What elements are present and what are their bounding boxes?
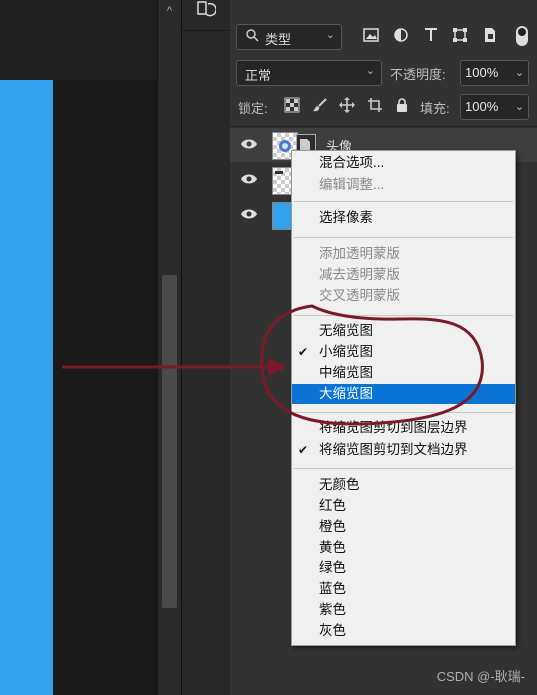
vertical-scrollbar[interactable]: ^ [157,0,181,695]
menu-separator [294,201,513,202]
filter-kind-label: 类型 [265,32,292,47]
menu-item[interactable]: 将缩览图剪切到图层边界 [292,418,515,438]
menu-item-label: 交叉透明蒙版 [319,288,400,303]
menu-item[interactable]: 黄色 [292,538,515,558]
menu-item[interactable]: 大缩览图 [292,384,515,404]
eye-icon[interactable] [240,172,258,186]
menu-item-label: 选择像素 [319,210,373,225]
menu-item-label: 红色 [319,498,346,513]
fill-label: 填充: [420,101,450,116]
tool-strip-divider [182,30,230,31]
canvas-top [0,0,157,80]
blend-mode-select[interactable]: 正常 ⌄ [236,60,382,86]
blend-mode-value: 正常 [245,68,272,83]
layer-thumbnail-context-menu: 混合选项... 编辑调整... 选择像素添加透明蒙版 减去透明蒙版 交叉透明蒙版 无缩览图… [291,150,516,646]
menu-item-label: 将缩览图剪切到文档边界 [319,442,468,457]
menu-item-label: 无颜色 [319,477,360,492]
menu-item-label: 绿色 [319,560,346,575]
menu-item: 添加透明蒙版 [292,244,515,264]
shape-filter-icon[interactable] [451,26,471,46]
menu-item[interactable]: ✔ 将缩览图剪切到文档边界 [292,440,515,460]
canvas-area[interactable] [0,0,157,695]
menu-item-label: 灰色 [319,623,346,638]
menu-item[interactable]: 选择像素 [292,208,515,228]
checkmark-icon: ✔ [298,345,309,359]
menu-item: 交叉透明蒙版 [292,286,515,306]
menu-item-label: 大缩览图 [319,386,373,401]
lock-row: 锁定: 填充: 100% ⌄ [230,92,537,120]
menu-item[interactable]: 灰色 [292,621,515,641]
filter-kind-select[interactable]: 类型 ⌄ [236,24,342,50]
blend-row: 正常 ⌄ 不透明度: 100% ⌄ [230,58,537,86]
opacity-input[interactable]: 100% [460,60,512,86]
opacity-label: 不透明度: [390,67,446,82]
filter-toggle[interactable] [516,26,528,46]
menu-item[interactable]: ✔ 小缩览图 [292,342,515,362]
menu-separator [294,468,513,469]
menu-item-label: 紫色 [319,602,346,617]
lock-label: 锁定: [238,101,268,116]
menu-item[interactable]: 红色 [292,496,515,516]
menu-item[interactable]: 紫色 [292,600,515,620]
menu-item-label: 小缩览图 [319,344,373,359]
search-icon [245,28,259,42]
eye-icon[interactable] [240,207,258,221]
menu-item: 编辑调整... [292,175,515,195]
blue-artboard[interactable] [0,80,53,695]
panel-divider [230,126,537,127]
menu-item-label: 编辑调整... [319,177,385,192]
fill-dropdown-button[interactable]: ⌄ [511,94,529,120]
lock-all-icon[interactable] [394,97,412,115]
menu-separator [294,237,513,238]
lock-transparency-icon[interactable] [284,97,302,115]
scroll-up-icon[interactable]: ^ [158,0,181,22]
menu-item-label: 中缩览图 [319,365,373,380]
history-icon[interactable] [194,0,218,22]
menu-item-label: 黄色 [319,540,346,555]
fill-input[interactable]: 100% [460,94,512,120]
checkmark-icon: ✔ [298,443,309,457]
menu-item-label: 减去透明蒙版 [319,267,400,282]
filter-row: 类型 ⌄ [230,22,537,52]
smart-object-filter-icon[interactable] [481,26,501,46]
menu-item[interactable]: 绿色 [292,558,515,578]
lock-pixels-brush-icon[interactable] [312,97,330,115]
eye-icon[interactable] [240,137,258,151]
lock-position-move-icon[interactable] [339,97,357,115]
menu-item[interactable]: 橙色 [292,517,515,537]
menu-item[interactable]: 中缩览图 [292,363,515,383]
tool-strip [181,0,231,695]
menu-item[interactable]: 无缩览图 [292,321,515,341]
menu-item-label: 添加透明蒙版 [319,246,400,261]
lock-artboard-icon[interactable] [367,97,385,115]
scroll-thumb[interactable] [162,275,177,608]
menu-item[interactable]: 蓝色 [292,579,515,599]
image-filter-icon[interactable] [362,26,382,46]
chevron-down-icon: ⌄ [325,29,335,41]
menu-item-label: 将缩览图剪切到图层边界 [319,420,468,435]
menu-item-label: 蓝色 [319,581,346,596]
menu-item-label: 混合选项... [319,155,385,170]
fill-value: 100% [465,99,499,114]
chevron-down-icon: ⌄ [365,65,375,77]
type-filter-icon[interactable] [422,26,442,46]
watermark: CSDN @-耿瑞- [436,669,525,684]
opacity-value: 100% [465,65,499,80]
adjustment-filter-icon[interactable] [392,26,412,46]
menu-item-label: 橙色 [319,519,346,534]
menu-separator [294,412,513,413]
menu-item[interactable]: 混合选项... [292,153,515,173]
menu-item: 减去透明蒙版 [292,265,515,285]
menu-item-label: 无缩览图 [319,323,373,338]
opacity-dropdown-button[interactable]: ⌄ [511,60,529,86]
menu-separator [294,315,513,316]
menu-item[interactable]: 无颜色 [292,475,515,495]
